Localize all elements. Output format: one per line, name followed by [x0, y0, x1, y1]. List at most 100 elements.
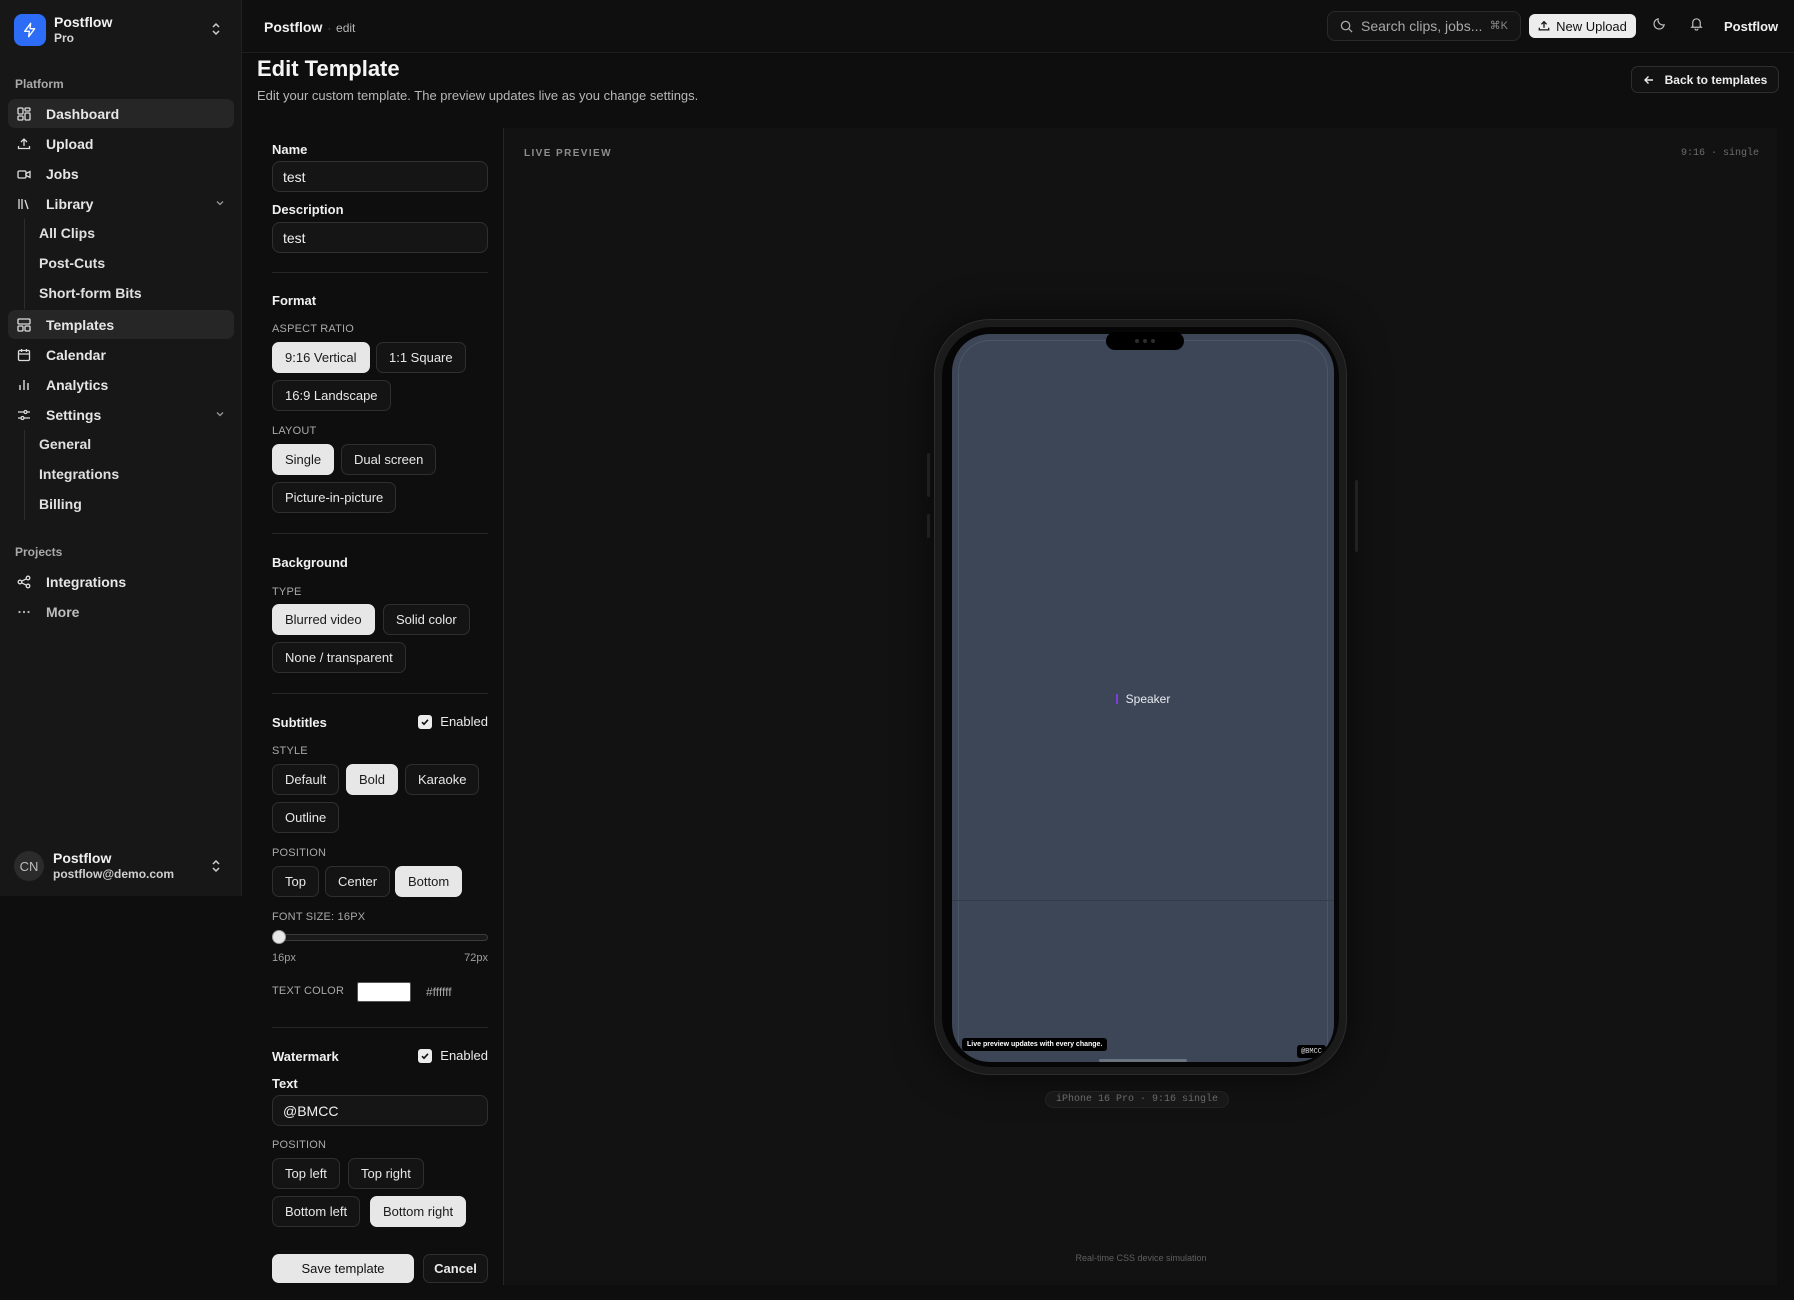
- settings-sliders-icon: [16, 407, 32, 423]
- phone-power-button: [1355, 480, 1358, 552]
- aspect-option-9-16[interactable]: 9:16 Vertical: [272, 342, 370, 373]
- library-icon: [16, 196, 32, 212]
- settings-subtree: General Integrations Billing: [24, 430, 119, 520]
- breadcrumb: Postflow · edit: [264, 19, 355, 35]
- workspace-switcher[interactable]: Postflow Pro: [14, 12, 228, 48]
- sidebar-subitem-post-cuts[interactable]: Post-Cuts: [39, 249, 229, 277]
- name-label: Name: [272, 142, 308, 157]
- more-dots-icon: [16, 604, 32, 620]
- watermark-text-field[interactable]: @BMCC: [272, 1095, 488, 1126]
- platform-section-label: Platform: [15, 77, 64, 91]
- sidebar-item-upload[interactable]: Upload: [8, 129, 234, 158]
- sidebar-subitem-general[interactable]: General: [39, 430, 229, 458]
- subtitle-style-default[interactable]: Default: [272, 764, 340, 795]
- divider: [272, 1027, 488, 1028]
- checkmark-icon: [418, 714, 433, 729]
- templates-icon: [16, 317, 32, 333]
- subtitle-position-bottom[interactable]: Bottom: [395, 866, 463, 897]
- sidebar-subitem-short-form-bits[interactable]: Short-form Bits: [39, 279, 229, 307]
- watermark-position-caption: POSITION: [272, 1139, 327, 1151]
- layout-option-pip[interactable]: Picture-in-picture: [272, 482, 397, 513]
- sidebar-item-analytics[interactable]: Analytics: [8, 370, 234, 399]
- sidebar-subitem-integrations[interactable]: Integrations: [39, 460, 229, 488]
- sidebar-item-more[interactable]: More: [8, 597, 234, 626]
- sidebar-item-label: Dashboard: [46, 105, 120, 122]
- live-preview-label: LIVE PREVIEW: [524, 148, 612, 159]
- sidebar-item-settings[interactable]: Settings: [8, 400, 234, 429]
- layout-option-single[interactable]: Single: [272, 444, 335, 475]
- sidebar-item-label: Library: [46, 195, 94, 212]
- subtitles-section-title: Subtitles: [272, 715, 327, 730]
- aspect-ratio-caption: ASPECT RATIO: [272, 323, 355, 335]
- sidebar-item-label: More: [46, 603, 80, 620]
- user-email: postflow@demo.com: [53, 867, 175, 881]
- sidebar-item-label: Jobs: [46, 165, 79, 182]
- search-input[interactable]: Search clips, jobs... ⌘K: [1327, 11, 1521, 41]
- subtitle-style-bold[interactable]: Bold: [346, 764, 399, 795]
- aspect-option-16-9[interactable]: 16:9 Landscape: [272, 380, 391, 411]
- sidebar-item-label: Upload: [46, 135, 94, 152]
- simulation-note: Real-time CSS device simulation: [1075, 1253, 1207, 1263]
- speaker-placeholder: Speaker: [952, 692, 1334, 706]
- background-option-blurred[interactable]: Blurred video: [272, 604, 375, 635]
- search-shortcut: ⌘K: [1489, 20, 1508, 32]
- subtitle-position-top[interactable]: Top: [272, 866, 319, 897]
- new-upload-button[interactable]: New Upload: [1529, 14, 1636, 38]
- sidebar-item-dashboard[interactable]: Dashboard: [8, 99, 234, 128]
- chevrons-up-down-icon: [210, 859, 222, 878]
- sidebar-subitem-all-clips[interactable]: All Clips: [39, 219, 229, 247]
- description-field[interactable]: test: [272, 222, 488, 253]
- subtitle-position-center[interactable]: Center: [325, 866, 391, 897]
- subtitles-enabled-checkbox[interactable]: Enabled: [418, 714, 488, 729]
- search-placeholder: Search clips, jobs...: [1361, 18, 1483, 34]
- watermark-position-bottom-right[interactable]: Bottom right: [370, 1196, 467, 1227]
- subtitle-style-outline[interactable]: Outline: [272, 802, 340, 833]
- layout-option-dual-screen[interactable]: Dual screen: [341, 444, 437, 475]
- top-user-label[interactable]: Postflow: [1724, 19, 1778, 34]
- watermark-enabled-checkbox[interactable]: Enabled: [418, 1048, 488, 1063]
- avatar: CN: [14, 851, 44, 881]
- user-menu[interactable]: CN Postflow postflow@demo.com: [14, 848, 228, 884]
- projects-section-label: Projects: [15, 545, 63, 559]
- background-option-none[interactable]: None / transparent: [272, 642, 406, 673]
- watermark-position-bottom-left[interactable]: Bottom left: [272, 1196, 361, 1227]
- moon-icon[interactable]: [1652, 16, 1667, 31]
- topbar: Postflow · edit Search clips, jobs... ⌘K N…: [242, 0, 1794, 53]
- sidebar-item-project-integrations[interactable]: Integrations: [8, 567, 234, 596]
- aspect-option-1-1[interactable]: 1:1 Square: [376, 342, 466, 373]
- background-section-title: Background: [272, 555, 348, 570]
- sidebar-item-calendar[interactable]: Calendar: [8, 340, 234, 369]
- sidebar-item-templates[interactable]: Templates: [8, 310, 234, 339]
- watermark-position-top-right[interactable]: Top right: [348, 1158, 424, 1189]
- save-template-button[interactable]: Save template: [272, 1254, 414, 1283]
- watermark-preview: @BMCC: [1296, 1045, 1326, 1058]
- phone-screen: Speaker Live preview updates with every …: [952, 334, 1334, 1062]
- font-size-min-label: 16px: [272, 952, 296, 964]
- sidebar-subitem-billing[interactable]: Billing: [39, 490, 229, 518]
- sidebar-item-label: Integrations: [46, 573, 127, 590]
- upload-icon: [16, 136, 32, 152]
- sidebar-item-jobs[interactable]: Jobs: [8, 159, 234, 188]
- name-field[interactable]: test: [272, 161, 488, 192]
- phone-volume-button: [927, 453, 930, 497]
- font-size-slider-thumb[interactable]: [272, 930, 286, 944]
- bell-icon[interactable]: [1689, 16, 1704, 31]
- subtitle-style-karaoke[interactable]: Karaoke: [405, 764, 480, 795]
- home-indicator: [1099, 1059, 1187, 1062]
- back-to-templates-button[interactable]: Back to templates: [1631, 66, 1779, 93]
- sidebar-item-library[interactable]: Library: [8, 189, 234, 218]
- device-label: iPhone 16 Pro · 9:16 single: [1045, 1091, 1230, 1108]
- phone-frame: Speaker Live preview updates with every …: [934, 319, 1347, 1075]
- font-size-slider[interactable]: [272, 934, 488, 941]
- breadcrumb-root[interactable]: Postflow: [264, 19, 322, 35]
- sidebar-item-label: Settings: [46, 406, 102, 423]
- sidebar: Postflow Pro Platform Dashboard Upload J…: [0, 0, 242, 896]
- cancel-button[interactable]: Cancel: [423, 1254, 488, 1283]
- divider: [272, 693, 488, 694]
- text-color-swatch[interactable]: [357, 982, 411, 1002]
- subtitle-style-caption: STYLE: [272, 745, 308, 757]
- text-color-caption: TEXT COLOR: [272, 985, 345, 997]
- watermark-position-top-left[interactable]: Top left: [272, 1158, 340, 1189]
- divider: [272, 272, 488, 273]
- background-option-solid[interactable]: Solid color: [383, 604, 470, 635]
